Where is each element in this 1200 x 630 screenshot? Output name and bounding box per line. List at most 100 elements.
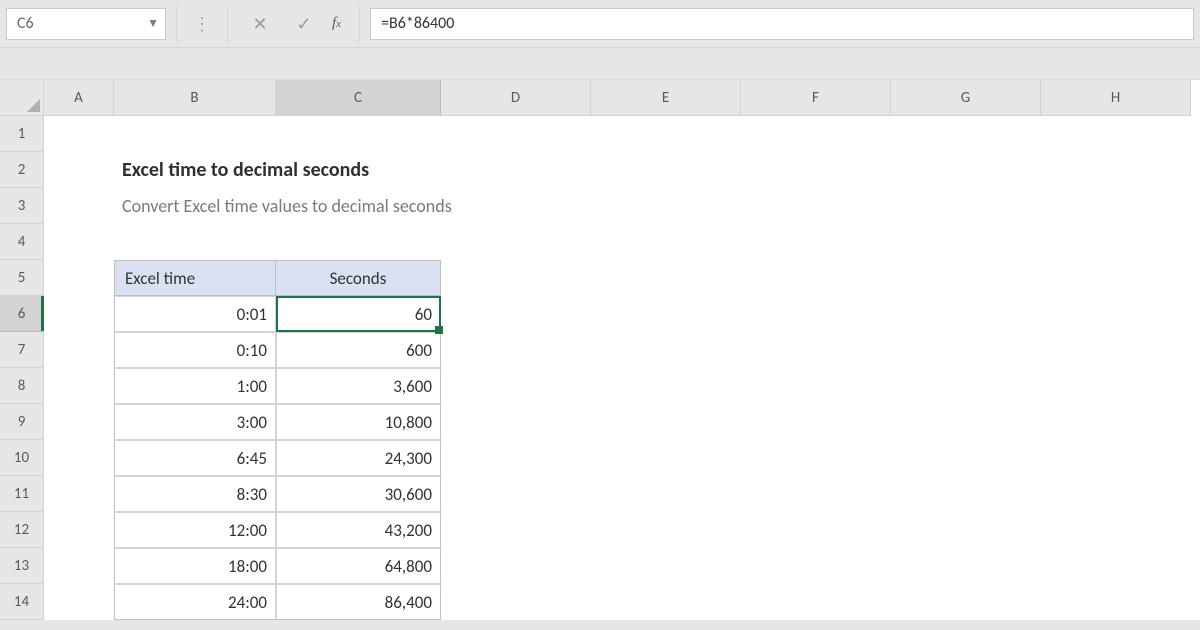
cell-H6[interactable] <box>1041 296 1191 332</box>
cell-B12[interactable]: 12:00 <box>114 512 276 548</box>
cell-E11[interactable] <box>591 476 741 512</box>
cell-A7[interactable] <box>44 332 114 368</box>
cell-D1[interactable] <box>441 116 591 152</box>
cell-B6[interactable]: 0:01 <box>114 296 276 332</box>
cell-B4[interactable] <box>114 224 276 260</box>
chevron-down-icon[interactable]: ▼ <box>147 16 159 31</box>
row-header-10[interactable]: 10 <box>0 440 44 476</box>
cell-E9[interactable] <box>591 404 741 440</box>
cell-H13[interactable] <box>1041 548 1191 584</box>
cell-E1[interactable] <box>591 116 741 152</box>
cell-C10[interactable]: 24,300 <box>276 440 441 476</box>
cell-F5[interactable] <box>741 260 891 296</box>
cell-H1[interactable] <box>1041 116 1191 152</box>
cell-D8[interactable] <box>441 368 591 404</box>
cell-F11[interactable] <box>741 476 891 512</box>
row-header-11[interactable]: 11 <box>0 476 44 512</box>
cell-A9[interactable] <box>44 404 114 440</box>
row-header-7[interactable]: 7 <box>0 332 44 368</box>
cell-G10[interactable] <box>891 440 1041 476</box>
column-header-G[interactable]: G <box>891 80 1041 116</box>
cell-H8[interactable] <box>1041 368 1191 404</box>
column-header-H[interactable]: H <box>1041 80 1191 116</box>
cell-G2[interactable] <box>891 152 1041 188</box>
cell-E5[interactable] <box>591 260 741 296</box>
column-header-D[interactable]: D <box>441 80 591 116</box>
cell-D4[interactable] <box>441 224 591 260</box>
worksheet[interactable]: ABCDEFGH12Excel time to decimal seconds3… <box>0 80 1200 620</box>
cell-B8[interactable]: 1:00 <box>114 368 276 404</box>
cell-A13[interactable] <box>44 548 114 584</box>
row-header-9[interactable]: 9 <box>0 404 44 440</box>
row-header-3[interactable]: 3 <box>0 188 44 224</box>
row-header-2[interactable]: 2 <box>0 152 44 188</box>
cell-C9[interactable]: 10,800 <box>276 404 441 440</box>
fx-icon[interactable]: fx <box>332 15 341 32</box>
cell-A12[interactable] <box>44 512 114 548</box>
cell-E10[interactable] <box>591 440 741 476</box>
cell-D10[interactable] <box>441 440 591 476</box>
cell-A4[interactable] <box>44 224 114 260</box>
cell-B5[interactable]: Excel time <box>114 260 276 296</box>
cell-F7[interactable] <box>741 332 891 368</box>
cell-E12[interactable] <box>591 512 741 548</box>
cell-C12[interactable]: 43,200 <box>276 512 441 548</box>
cell-G9[interactable] <box>891 404 1041 440</box>
cell-F13[interactable] <box>741 548 891 584</box>
cell-B3[interactable]: Convert Excel time values to decimal sec… <box>114 188 891 224</box>
cell-D6[interactable] <box>441 296 591 332</box>
row-header-14[interactable]: 14 <box>0 584 44 620</box>
row-header-13[interactable]: 13 <box>0 548 44 584</box>
cell-A8[interactable] <box>44 368 114 404</box>
cell-G12[interactable] <box>891 512 1041 548</box>
cell-C13[interactable]: 64,800 <box>276 548 441 584</box>
cell-G13[interactable] <box>891 548 1041 584</box>
name-box[interactable]: C6 ▼ <box>6 8 166 40</box>
cell-A1[interactable] <box>44 116 114 152</box>
column-header-E[interactable]: E <box>591 80 741 116</box>
column-header-F[interactable]: F <box>741 80 891 116</box>
select-all-corner[interactable] <box>0 80 44 116</box>
cell-F4[interactable] <box>741 224 891 260</box>
cell-A5[interactable] <box>44 260 114 296</box>
cell-F8[interactable] <box>741 368 891 404</box>
cell-H12[interactable] <box>1041 512 1191 548</box>
cell-H4[interactable] <box>1041 224 1191 260</box>
row-header-5[interactable]: 5 <box>0 260 44 296</box>
cell-C14[interactable]: 86,400 <box>276 584 441 620</box>
column-header-C[interactable]: C <box>276 80 441 116</box>
row-header-12[interactable]: 12 <box>0 512 44 548</box>
cell-F14[interactable] <box>741 584 891 620</box>
cell-E7[interactable] <box>591 332 741 368</box>
cell-G1[interactable] <box>891 116 1041 152</box>
cell-A14[interactable] <box>44 584 114 620</box>
cell-H11[interactable] <box>1041 476 1191 512</box>
cell-C11[interactable]: 30,600 <box>276 476 441 512</box>
cell-E8[interactable] <box>591 368 741 404</box>
column-header-B[interactable]: B <box>114 80 276 116</box>
cell-B1[interactable] <box>114 116 276 152</box>
row-header-8[interactable]: 8 <box>0 368 44 404</box>
cell-D11[interactable] <box>441 476 591 512</box>
cell-B13[interactable]: 18:00 <box>114 548 276 584</box>
cell-H2[interactable] <box>1041 152 1191 188</box>
cell-D7[interactable] <box>441 332 591 368</box>
cell-G6[interactable] <box>891 296 1041 332</box>
cell-G14[interactable] <box>891 584 1041 620</box>
row-header-1[interactable]: 1 <box>0 116 44 152</box>
cell-D13[interactable] <box>441 548 591 584</box>
cell-A10[interactable] <box>44 440 114 476</box>
cell-G4[interactable] <box>891 224 1041 260</box>
row-header-4[interactable]: 4 <box>0 224 44 260</box>
cell-E6[interactable] <box>591 296 741 332</box>
cell-G11[interactable] <box>891 476 1041 512</box>
cell-B2[interactable]: Excel time to decimal seconds <box>114 152 891 188</box>
cell-D9[interactable] <box>441 404 591 440</box>
cell-D14[interactable] <box>441 584 591 620</box>
cell-A3[interactable] <box>44 188 114 224</box>
enter-icon[interactable]: ✓ <box>288 8 320 40</box>
cell-B7[interactable]: 0:10 <box>114 332 276 368</box>
cell-C5[interactable]: Seconds <box>276 260 441 296</box>
cell-A2[interactable] <box>44 152 114 188</box>
row-header-6[interactable]: 6 <box>0 296 44 332</box>
